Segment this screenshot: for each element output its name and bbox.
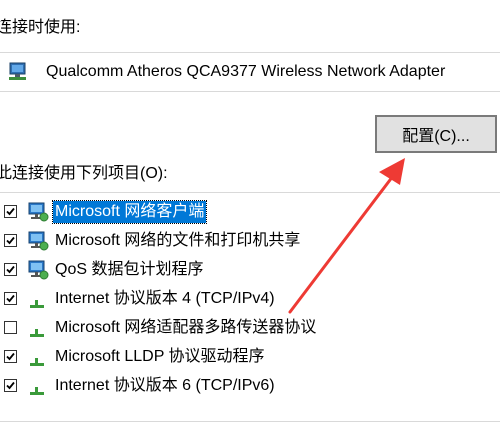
- checkbox-checked[interactable]: [4, 350, 17, 363]
- adapter-name: Qualcomm Atheros QCA9377 Wireless Networ…: [46, 63, 446, 80]
- configure-button[interactable]: 配置(C)...: [375, 115, 497, 153]
- list-item[interactable]: Microsoft 网络客户端: [0, 198, 500, 226]
- checkbox-checked[interactable]: [4, 292, 17, 305]
- list-item[interactable]: Internet 协议版本 6 (TCP/IPv6): [0, 372, 500, 400]
- connect-using-label: 连接时使用:: [0, 19, 81, 36]
- protocol-icon: [27, 288, 49, 310]
- list-item[interactable]: Microsoft 网络适配器多路传送器协议: [0, 314, 500, 342]
- checkbox-unchecked[interactable]: [4, 321, 17, 334]
- protocol-icon: [27, 317, 49, 339]
- protocol-icon: [27, 346, 49, 368]
- list-item-label: QoS 数据包计划程序: [55, 261, 204, 278]
- list-item-label: Internet 协议版本 4 (TCP/IPv4): [55, 290, 275, 307]
- list-item-label: Microsoft 网络适配器多路传送器协议: [55, 319, 317, 336]
- list-item[interactable]: QoS 数据包计划程序: [0, 256, 500, 284]
- checkbox-checked[interactable]: [4, 263, 17, 276]
- network-client-icon: [27, 230, 49, 252]
- list-item[interactable]: Microsoft 网络的文件和打印机共享: [0, 227, 500, 255]
- list-item[interactable]: Microsoft LLDP 协议驱动程序: [0, 343, 500, 371]
- list-item-label: Microsoft 网络的文件和打印机共享: [55, 232, 301, 249]
- checkbox-checked[interactable]: [4, 234, 17, 247]
- checkbox-checked[interactable]: [4, 379, 17, 392]
- adapter-display: Qualcomm Atheros QCA9377 Wireless Networ…: [0, 52, 500, 92]
- connection-items-list: Microsoft 网络客户端 Microsoft 网络的文件和打印机共享 QoS …: [0, 192, 500, 422]
- network-client-icon: [27, 259, 49, 281]
- list-item-label: Internet 协议版本 6 (TCP/IPv6): [55, 377, 275, 394]
- network-adapter-icon: [7, 62, 29, 82]
- network-client-icon: [27, 201, 49, 223]
- checkbox-checked[interactable]: [4, 205, 17, 218]
- items-label: 此连接使用下列项目(O):: [0, 165, 168, 182]
- list-item[interactable]: Internet 协议版本 4 (TCP/IPv4): [0, 285, 500, 313]
- protocol-icon: [27, 375, 49, 397]
- list-item-label: Microsoft LLDP 协议驱动程序: [55, 348, 265, 365]
- list-item-label: Microsoft 网络客户端: [51, 200, 208, 224]
